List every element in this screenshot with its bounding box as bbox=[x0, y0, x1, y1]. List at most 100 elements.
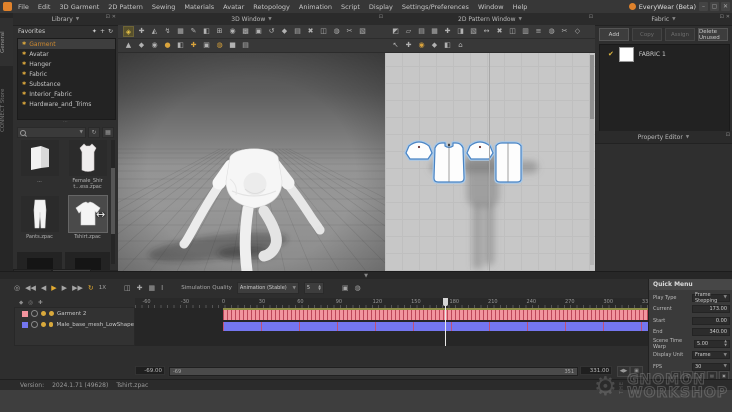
next-frame-button[interactable]: ▶ bbox=[62, 282, 67, 294]
minimize-button[interactable]: – bbox=[699, 2, 708, 11]
library-thumb-partial[interactable] bbox=[65, 252, 110, 270]
visibility-icon[interactable]: ◎ bbox=[28, 300, 33, 306]
refresh-icon[interactable]: ↻ bbox=[88, 127, 100, 138]
panel-splitter[interactable]: ⋯ bbox=[17, 120, 114, 125]
track-row-avatar[interactable]: Male_base_mesh_LowShape bbox=[15, 319, 134, 330]
library-thumb-folder[interactable]: ... bbox=[17, 140, 62, 193]
close-button[interactable]: ✕ bbox=[721, 2, 730, 11]
menu-item[interactable]: Edit bbox=[38, 3, 51, 11]
spinner-arrows-icon[interactable]: ▲ ▼ bbox=[724, 339, 727, 347]
keyframe-dot-icon[interactable] bbox=[41, 311, 46, 316]
2d-pattern-canvas[interactable] bbox=[385, 53, 595, 271]
tool-icon[interactable]: ✂ bbox=[559, 26, 570, 37]
tool-icon[interactable]: ◇ bbox=[572, 26, 583, 37]
playhead-handle[interactable] bbox=[443, 298, 449, 306]
tool-icon[interactable]: ↔ bbox=[481, 26, 492, 37]
tool-icon[interactable]: ▣ bbox=[201, 40, 212, 51]
tool-icon[interactable]: ✚ bbox=[403, 40, 414, 51]
tool-icon[interactable]: ✖ bbox=[494, 26, 505, 37]
maximize-button[interactable]: ▢ bbox=[710, 2, 719, 11]
simulation-quality-select[interactable]: Animation (Stable) ▼ bbox=[236, 282, 299, 294]
spinner-arrows-icon[interactable]: ▲ ▼ bbox=[318, 284, 321, 292]
keyframe-dot-icon[interactable] bbox=[48, 322, 54, 327]
tool-icon[interactable]: ↯ bbox=[162, 26, 173, 37]
view-mode-icon[interactable]: ▦ bbox=[102, 127, 114, 138]
tool-icon[interactable]: ◫ bbox=[507, 26, 518, 37]
fabric-button[interactable]: Copy bbox=[632, 28, 662, 41]
hscroll-thumb[interactable]: -69 351 bbox=[170, 368, 577, 375]
fabric-item[interactable]: ✔ FABRIC 1 bbox=[600, 45, 729, 63]
tool-icon[interactable]: ◧ bbox=[442, 40, 453, 51]
side-tab-connect-store[interactable]: CONNECT Store bbox=[0, 75, 13, 145]
tool-icon[interactable]: ▦ bbox=[429, 26, 440, 37]
tool-icon[interactable]: ■ bbox=[227, 40, 238, 51]
search-input[interactable]: ▼ bbox=[17, 127, 86, 138]
library-scrollbar[interactable] bbox=[111, 140, 115, 264]
tool-icon[interactable]: ◉ bbox=[227, 26, 238, 37]
menu-item[interactable]: Retopology bbox=[253, 3, 290, 11]
tool-icon[interactable]: ≡ bbox=[533, 26, 544, 37]
tool-icon[interactable]: ◈ bbox=[123, 26, 134, 37]
zoom-extents-icon[interactable]: ◀▶ bbox=[617, 366, 630, 377]
library-thumb-pants[interactable]: Pants.zpac bbox=[17, 196, 62, 249]
play-button[interactable]: ▶ bbox=[51, 282, 56, 294]
skip-to-end-button[interactable]: ▶▶ bbox=[72, 282, 83, 294]
tool-icon[interactable]: ● bbox=[162, 40, 173, 51]
tool-icon[interactable]: ✚ bbox=[188, 40, 199, 51]
menu-item[interactable]: File bbox=[18, 3, 29, 11]
tool-icon[interactable]: ▲ bbox=[123, 40, 134, 51]
fps-select[interactable]: 30 ▼ bbox=[692, 362, 730, 371]
start-frame-input[interactable]: 0.00 bbox=[692, 316, 730, 325]
favorites-item[interactable]: ✱ Interior_Fabric bbox=[18, 89, 115, 99]
2d-scrollbar[interactable] bbox=[590, 55, 594, 265]
frame-all-icon[interactable]: ▣ bbox=[342, 282, 349, 294]
tool-icon[interactable]: ▥ bbox=[520, 26, 531, 37]
tool-icon[interactable]: ◍ bbox=[214, 40, 225, 51]
fabric-button[interactable]: Add bbox=[599, 28, 629, 41]
tool-icon[interactable]: ↖ bbox=[390, 40, 401, 51]
tool-icon[interactable]: ▣ bbox=[253, 26, 264, 37]
tool-icon[interactable]: ◩ bbox=[390, 26, 401, 37]
favorites-item[interactable]: ✱ Avatar bbox=[18, 49, 115, 59]
menu-item[interactable]: Animation bbox=[299, 3, 332, 11]
garment-clip-bar[interactable] bbox=[223, 308, 648, 320]
tool-icon[interactable]: ⌂ bbox=[455, 40, 466, 51]
side-tab-general[interactable]: General bbox=[0, 18, 13, 66]
library-thumb-female-shirt[interactable]: Female_Shir t...ess.zpac bbox=[65, 140, 110, 193]
tool-icon[interactable]: ▧ bbox=[468, 26, 479, 37]
tool-icon[interactable]: ▤ bbox=[240, 40, 251, 51]
tool-icon[interactable]: ◭ bbox=[149, 26, 160, 37]
delete-keys-icon[interactable]: ▦ bbox=[149, 282, 156, 294]
tool-icon[interactable]: ✚ bbox=[136, 26, 147, 37]
menu-item[interactable]: 2D Pattern bbox=[108, 3, 143, 11]
move-keys-icon[interactable]: ✚ bbox=[137, 282, 143, 294]
end-frame-input[interactable]: 340.00 bbox=[692, 328, 730, 336]
prev-frame-button[interactable]: ◀ bbox=[41, 282, 46, 294]
play-speed-label[interactable]: 1X bbox=[99, 282, 106, 294]
menu-item[interactable]: Help bbox=[513, 3, 528, 11]
tool-icon[interactable]: ▤ bbox=[292, 26, 303, 37]
undock-icon[interactable]: ⊡ bbox=[106, 14, 110, 20]
library-panel-header[interactable]: Library ▼ ⊡ ✕ bbox=[13, 13, 118, 26]
lock-icon[interactable]: ◆ bbox=[19, 300, 23, 306]
timeline-tracks-area[interactable]: -60-300306090120150180210240270300330 bbox=[135, 298, 648, 346]
menu-item[interactable]: Script bbox=[341, 3, 360, 11]
undock-icon[interactable]: ⊡ bbox=[589, 14, 593, 20]
tool-icon[interactable]: ◨ bbox=[455, 26, 466, 37]
quality-steps-spinner[interactable]: 5 ▲ ▼ bbox=[303, 282, 324, 294]
tool-icon[interactable]: ◧ bbox=[201, 26, 212, 37]
tool-icon[interactable]: ◉ bbox=[149, 40, 160, 51]
menu-item[interactable]: Sewing bbox=[152, 3, 176, 11]
library-thumb-partial[interactable] bbox=[17, 252, 62, 270]
insert-cursor-icon[interactable]: I bbox=[161, 282, 163, 294]
timeline-options-icon[interactable]: ◍ bbox=[355, 282, 361, 294]
refresh-icon[interactable]: ↻ bbox=[108, 28, 113, 35]
menu-item[interactable]: Settings/Preferences bbox=[402, 3, 469, 11]
tool-icon[interactable]: ⊞ bbox=[214, 26, 225, 37]
3d-viewport[interactable] bbox=[118, 53, 385, 271]
scene-time-warp-spinner[interactable]: 5.00 ▲ ▼ bbox=[693, 339, 730, 348]
fabric-panel-header[interactable]: Fabric ▼ ⊡ ✕ bbox=[595, 13, 732, 26]
pattern-outlines[interactable] bbox=[404, 140, 523, 184]
duplicate-icon[interactable]: ◫ bbox=[124, 282, 131, 294]
tool-icon[interactable]: ✖ bbox=[305, 26, 316, 37]
